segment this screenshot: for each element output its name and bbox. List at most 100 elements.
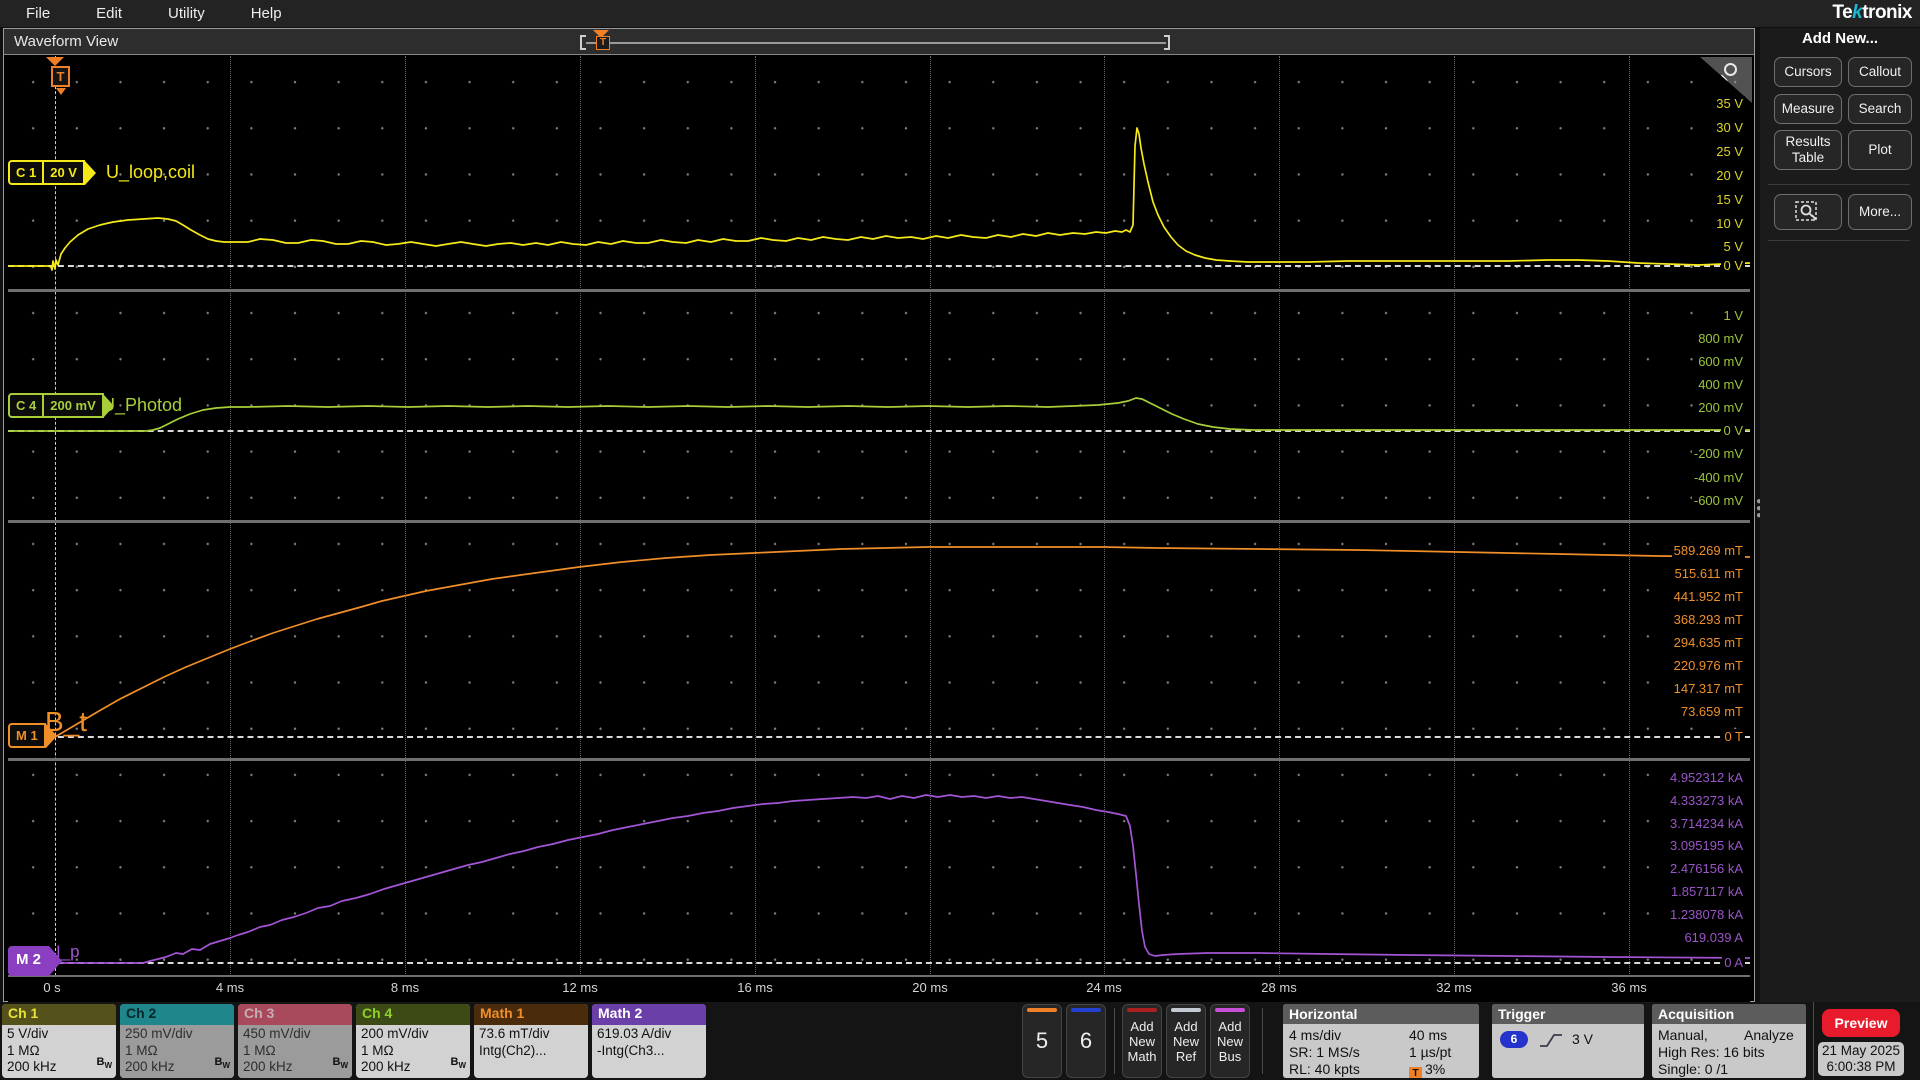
ch1-badge-tip-icon <box>84 160 96 185</box>
sidebar-divider <box>1768 240 1910 241</box>
ch4-tick: 1 V <box>1721 308 1745 323</box>
math2-tick: 1.857117 kA <box>1668 884 1745 899</box>
bw-limit-icon: BW <box>96 1056 112 1071</box>
math2-scale: 619.03 A/div <box>597 1026 672 1041</box>
math1-waveform-label[interactable]: B_t <box>45 706 87 738</box>
math1-tick: 589.269 mT <box>1671 543 1745 558</box>
zoom-select-icon <box>1795 201 1817 222</box>
math2-expression: -Intg(Ch3... <box>597 1042 665 1058</box>
ch3-card[interactable]: Ch 3 450 mV/div 1 MΩ 200 kHz BW <box>238 1004 352 1078</box>
math2-waveform-label[interactable]: I_p <box>56 942 80 962</box>
math2-position-badge[interactable]: M 2 <box>8 946 63 976</box>
trigger-marker-pointer-icon <box>56 88 66 95</box>
math2-waveform <box>8 794 1750 964</box>
channel-6-button[interactable]: 6 <box>1066 1004 1106 1078</box>
ch1-tick: 20 V <box>1714 168 1745 183</box>
math1-tick: 441.952 mT <box>1671 589 1745 604</box>
waveform-view-titlebar[interactable]: Waveform View T <box>4 29 1754 55</box>
math1-card[interactable]: Math 1 73.6 mT/div Intg(Ch2)... <box>474 1004 588 1078</box>
ch1-position-badge[interactable]: C 1 20 V <box>8 160 96 185</box>
time-tick: 12 ms <box>562 980 598 995</box>
ch2-card-title: Ch 2 <box>120 1004 234 1025</box>
ch1-badge-id: C 1 <box>8 160 45 185</box>
ch4-waveform-label[interactable]: U_Photod <box>102 395 182 416</box>
ch1-card-title: Ch 1 <box>2 1004 116 1025</box>
math2-badge-id: M 2 <box>8 946 50 976</box>
add-new-bus-button[interactable]: Add New Bus <box>1210 1004 1250 1078</box>
ch2-impedance: 1 MΩ <box>125 1042 158 1058</box>
math1-expression: Intg(Ch2)... <box>479 1042 547 1058</box>
menu-help[interactable]: Help <box>251 5 282 22</box>
overview-right-bracket[interactable] <box>1164 35 1170 50</box>
overview-left-bracket[interactable] <box>580 35 586 50</box>
math-color-stripe <box>1127 1008 1157 1012</box>
bottom-settings-bar: Ch 1 5 V/div 1 MΩ 200 kHz BW Ch 2 250 mV… <box>0 1002 1920 1080</box>
ch6-label: 6 <box>1079 1028 1093 1053</box>
menu-utility[interactable]: Utility <box>168 5 205 22</box>
rising-edge-icon <box>1540 1034 1562 1047</box>
waveform-view-title: Waveform View <box>14 33 119 50</box>
time-tick: 20 ms <box>912 980 948 995</box>
math2-tick: 1.238078 kA <box>1667 907 1745 922</box>
menu-edit[interactable]: Edit <box>96 5 122 22</box>
preview-button[interactable]: Preview <box>1822 1009 1900 1037</box>
time-tick: 16 ms <box>737 980 773 995</box>
math1-tick: 515.611 mT <box>1672 566 1745 581</box>
ch1-card[interactable]: Ch 1 5 V/div 1 MΩ 200 kHz BW <box>2 1004 116 1078</box>
results-table-button[interactable]: Results Table <box>1774 130 1842 170</box>
acquisition-mode: Manual, <box>1658 1027 1708 1043</box>
bw-limit-icon: BW <box>450 1056 466 1071</box>
acquisition-analyze: Analyze <box>1744 1027 1794 1043</box>
ch1-waveform-label[interactable]: U_loop,coil <box>106 162 195 183</box>
math2-tick: 619.039 A <box>1682 930 1745 945</box>
trigger-panel[interactable]: Trigger 6 3 V <box>1492 1004 1644 1078</box>
math1-badge-id: M 1 <box>8 723 46 748</box>
ch2-scale: 250 mV/div <box>125 1026 193 1041</box>
math1-tick: 0 T <box>1722 729 1745 744</box>
cursors-button[interactable]: Cursors <box>1774 57 1842 87</box>
ch2-bandwidth: 200 kHz <box>125 1059 175 1074</box>
graticule[interactable]: T C 1 20 V U_loop,coil C 4 200 mV U_Phot… <box>8 56 1752 1004</box>
math2-card[interactable]: Math 2 619.03 A/div -Intg(Ch3... <box>592 1004 706 1078</box>
ch1-scale: 5 V/div <box>7 1026 49 1041</box>
ch1-bandwidth: 200 kHz <box>7 1059 57 1074</box>
horizontal-panel[interactable]: Horizontal 4 ms/div 40 ms SR: 1 MS/s 1 µ… <box>1283 1004 1479 1078</box>
acquisition-panel-title: Acquisition <box>1652 1004 1806 1024</box>
channel-5-button[interactable]: 5 <box>1022 1004 1062 1078</box>
sidebar-divider <box>1768 184 1910 185</box>
zoom-mode-button[interactable] <box>1774 194 1842 230</box>
menu-file[interactable]: File <box>26 5 50 22</box>
horizontal-sample-rate: SR: 1 MS/s <box>1289 1044 1360 1060</box>
add-new-math-button[interactable]: Add New Math <box>1122 1004 1162 1078</box>
math1-tick: 294.635 mT <box>1671 635 1745 650</box>
horizontal-record-length: RL: 40 kpts <box>1289 1061 1360 1077</box>
callout-button[interactable]: Callout <box>1848 57 1912 87</box>
overview-trigger-t-icon[interactable]: T <box>596 36 610 50</box>
ch4-tick: -600 mV <box>1691 493 1745 508</box>
math1-card-title: Math 1 <box>474 1004 588 1025</box>
ch4-position-badge[interactable]: C 4 200 mV <box>8 393 114 418</box>
ch1-tick: 35 V <box>1714 96 1745 111</box>
time-text: 6:00:38 PM <box>1826 1059 1896 1074</box>
trigger-marker-t-icon[interactable]: T <box>51 66 70 87</box>
add-new-ref-button[interactable]: Add New Ref <box>1166 1004 1206 1078</box>
ch3-scale: 450 mV/div <box>243 1026 311 1041</box>
ch2-card[interactable]: Ch 2 250 mV/div 1 MΩ 200 kHz BW <box>120 1004 234 1078</box>
math1-scale: 73.6 mT/div <box>479 1026 550 1041</box>
measure-button[interactable]: Measure <box>1774 94 1842 124</box>
acquisition-panel[interactable]: Acquisition Manual, Analyze High Res: 16… <box>1652 1004 1806 1078</box>
ch4-card-title: Ch 4 <box>356 1004 470 1025</box>
time-tick: 8 ms <box>390 980 420 995</box>
ch4-scale: 200 mV/div <box>361 1026 429 1041</box>
ch4-card[interactable]: Ch 4 200 mV/div 1 MΩ 200 kHz BW <box>356 1004 470 1078</box>
plot-button[interactable]: Plot <box>1848 130 1912 170</box>
time-tick: 28 ms <box>1261 980 1297 995</box>
ch1-tick: 30 V <box>1714 120 1745 135</box>
time-tick: 24 ms <box>1086 980 1122 995</box>
math1-tick: 147.317 mT <box>1671 681 1745 696</box>
search-button[interactable]: Search <box>1848 94 1912 124</box>
ch4-tick: 600 mV <box>1696 354 1745 369</box>
acquisition-single-count: Single: 0 /1 <box>1658 1061 1729 1077</box>
trigger-marker-arrow-icon[interactable] <box>46 57 64 66</box>
more-button[interactable]: More... <box>1848 194 1912 230</box>
